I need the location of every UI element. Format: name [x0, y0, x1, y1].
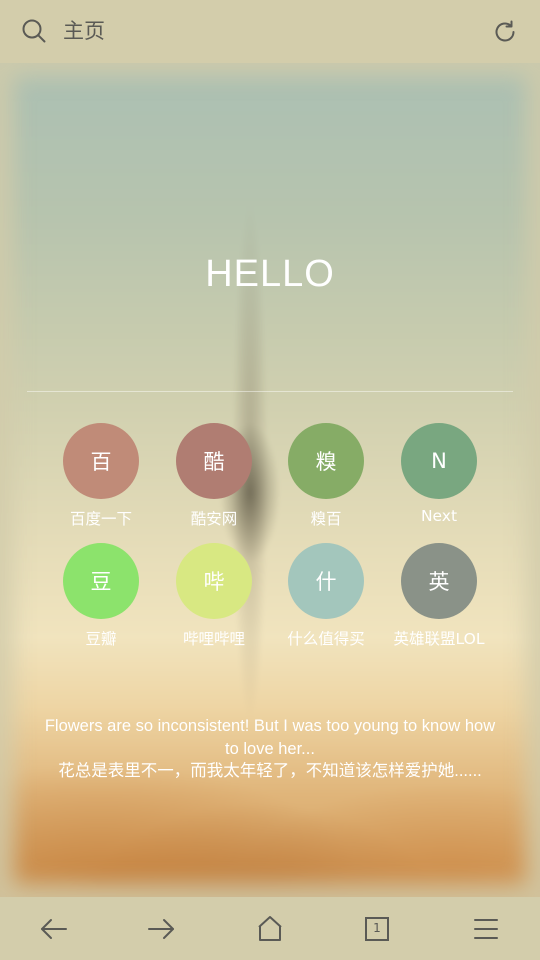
shortcut-icon: 哔 [176, 543, 252, 619]
shortcut-icon: 百 [63, 423, 139, 499]
tabs-icon[interactable]: 1 [359, 911, 395, 947]
shortcut-douban[interactable]: 豆 豆瓣 [45, 543, 157, 653]
forward-arrow-icon[interactable] [143, 911, 179, 947]
refresh-icon[interactable] [492, 19, 518, 45]
top-bar: 主页 [0, 0, 540, 63]
quote-english: Flowers are so inconsistent! But I was t… [44, 717, 496, 758]
back-arrow-icon[interactable] [36, 911, 72, 947]
home-icon[interactable] [252, 911, 288, 947]
shortcut-label: 英雄联盟LOL [393, 630, 485, 648]
home-hero: HELLO 百 百度一下 酷 酷安网 糗 糗百 N Next 豆 豆瓣 哔 哔哩… [0, 63, 540, 897]
quote-text: Flowers are so inconsistent! But I was t… [40, 715, 500, 783]
shortcut-label: Next [420, 507, 458, 525]
shortcut-smzdm[interactable]: 什 什么值得买 [270, 543, 382, 653]
shortcut-qiubai[interactable]: 糗 糗百 [270, 423, 382, 533]
shortcut-icon: 酷 [176, 423, 252, 499]
menu-icon[interactable] [468, 911, 504, 947]
divider [27, 391, 513, 392]
shortcut-icon: 糗 [288, 423, 364, 499]
shortcut-next[interactable]: N Next [383, 423, 495, 533]
search-icon[interactable] [22, 19, 46, 43]
shortcut-icon: N [401, 423, 477, 499]
tab-count: 1 [373, 921, 381, 935]
page-title[interactable]: 主页 [63, 16, 105, 46]
greeting-text: HELLO [205, 253, 335, 295]
shortcut-icon: 什 [288, 543, 364, 619]
bottom-nav-bar: 1 [0, 897, 540, 960]
shortcut-bilibili[interactable]: 哔 哔哩哔哩 [158, 543, 270, 653]
shortcut-coolapk[interactable]: 酷 酷安网 [158, 423, 270, 533]
quote-chinese: 花总是表里不一，而我太年轻了，不知道该怎样爱护她...... [58, 762, 482, 780]
shortcut-baidu[interactable]: 百 百度一下 [45, 423, 157, 533]
shortcut-icon: 豆 [63, 543, 139, 619]
shortcut-lol[interactable]: 英 英雄联盟LOL [383, 543, 495, 653]
shortcut-icon: 英 [401, 543, 477, 619]
